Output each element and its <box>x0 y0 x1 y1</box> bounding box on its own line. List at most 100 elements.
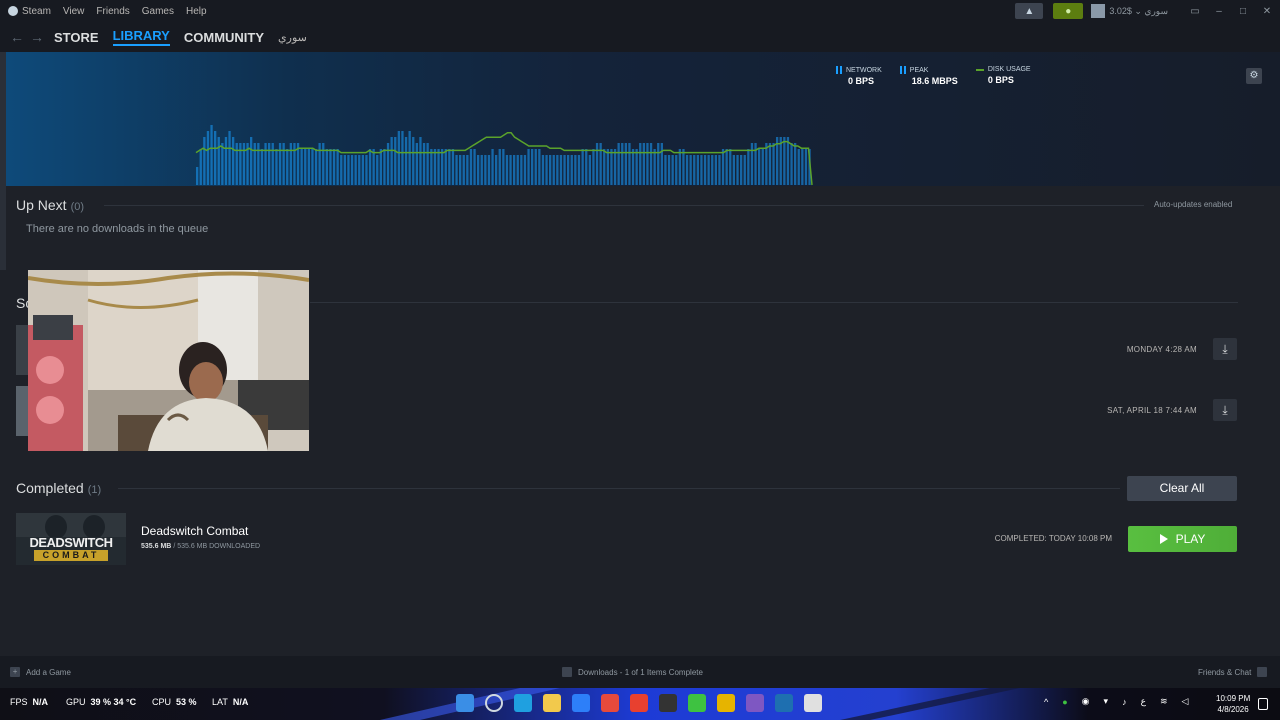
network-bar <box>286 149 289 185</box>
network-bar <box>401 131 404 185</box>
network-bar <box>336 149 339 185</box>
auto-updates-status: Auto-updates enabled <box>1154 200 1233 209</box>
stat-disk-value: 0 bps <box>987 75 1014 85</box>
settings-gear-icon[interactable]: ⚙ <box>1246 68 1262 84</box>
scheduled-capsule <box>16 386 28 436</box>
fps-label: FPS <box>10 697 28 707</box>
completed-count: (1) <box>87 484 102 496</box>
downloads-status-button[interactable]: Downloads - 1 of 1 Items Complete <box>562 667 703 677</box>
chevron-up-icon[interactable]: ^ <box>1044 697 1048 707</box>
stat-network-label: NETWORK <box>846 66 882 74</box>
notifications-button[interactable]: ● <box>1053 3 1084 19</box>
language-indicator[interactable]: ع <box>1141 696 1146 707</box>
taskbar-app-icon[interactable] <box>572 694 590 712</box>
network-bar <box>682 149 685 185</box>
download-button[interactable]: ⤓ <box>1213 338 1237 360</box>
game-capsule[interactable]: DEADSWITCH COMBAT <box>16 513 126 565</box>
microphone-icon[interactable]: ♪ <box>1122 697 1127 707</box>
stat-network: NETWORK 0 bps <box>836 66 882 86</box>
tray-app-icon[interactable]: ● <box>1062 697 1067 707</box>
nav-community[interactable]: COMMUNITY <box>184 30 264 45</box>
close-icon[interactable]: ✕ <box>1256 6 1278 17</box>
avatar[interactable] <box>1091 4 1106 18</box>
network-bar <box>250 137 253 185</box>
taskbar-clock[interactable]: 10:09 PM 4/8/2026 <box>1216 693 1250 715</box>
network-bar <box>772 143 775 185</box>
clock-date: 4/8/2026 <box>1217 705 1249 714</box>
nav-store[interactable]: STORE <box>54 30 99 45</box>
network-bar <box>354 155 357 185</box>
network-bar <box>455 155 458 185</box>
network-bar <box>740 155 743 185</box>
menu-games[interactable]: Games <box>142 6 174 17</box>
taskbar-app-icon[interactable] <box>775 694 793 712</box>
taskbar-app-icon[interactable] <box>485 694 503 712</box>
account-menu[interactable]: سوري ⌄ $3.02 <box>1109 6 1168 17</box>
taskbar-app-icon[interactable] <box>659 694 677 712</box>
back-arrow-icon[interactable]: ← <box>10 29 24 45</box>
network-bar <box>484 155 487 185</box>
nav-username[interactable]: سوري <box>278 31 307 44</box>
play-label: PLAY <box>1175 532 1206 546</box>
taskbar-app-icon[interactable] <box>514 694 532 712</box>
taskbar-app-icon[interactable] <box>746 694 764 712</box>
network-bar <box>603 149 606 185</box>
network-bar <box>477 155 480 185</box>
menu-help[interactable]: Help <box>186 6 207 17</box>
gpu-label: GPU <box>66 697 86 707</box>
taskbar-app-icon[interactable] <box>717 694 735 712</box>
big-picture-icon[interactable]: ▭ <box>1184 6 1206 17</box>
webcam-image <box>28 270 309 451</box>
network-bar <box>441 149 444 185</box>
network-bar <box>459 155 462 185</box>
tray-arrow-icon[interactable]: ▾ <box>1104 696 1109 707</box>
network-bar <box>516 155 519 185</box>
taskbar-app-icon[interactable] <box>688 694 706 712</box>
network-bar <box>430 149 433 185</box>
network-bar <box>736 155 739 185</box>
taskbar-app-icon[interactable] <box>630 694 648 712</box>
clear-all-button[interactable]: Clear All <box>1127 476 1237 501</box>
network-bar <box>725 149 728 185</box>
network-bar <box>549 155 552 185</box>
taskbar-app-icon[interactable] <box>456 694 474 712</box>
game-name[interactable]: Deadswitch Combat <box>141 524 248 538</box>
gpu-value: 39 % 34 °C <box>90 697 137 707</box>
network-bar <box>628 143 631 185</box>
network-bar <box>422 143 426 185</box>
notification-center-icon[interactable] <box>1258 698 1268 710</box>
steam-tray-icon[interactable]: ◉ <box>1082 696 1090 707</box>
network-bar <box>210 125 213 185</box>
nav-library[interactable]: LIBRARY <box>112 28 170 46</box>
forward-arrow-icon[interactable]: → <box>30 29 44 45</box>
network-bar <box>433 149 437 185</box>
play-button[interactable]: PLAY <box>1128 526 1237 552</box>
friends-chat-button[interactable]: Friends & Chat <box>1198 667 1268 677</box>
wifi-icon[interactable]: ≋ <box>1160 696 1168 707</box>
taskbar-app-icon[interactable] <box>543 694 561 712</box>
menu-friends[interactable]: Friends <box>96 6 129 17</box>
title-bar-controls: ▲ ● سوري ⌄ $3.02 ▭ – □ ✕ <box>1015 0 1280 22</box>
minimize-icon[interactable]: – <box>1208 6 1230 17</box>
network-bar <box>404 137 408 185</box>
network-bar <box>761 149 764 185</box>
bars-legend-icon <box>836 66 842 74</box>
lat-value: N/A <box>232 697 249 707</box>
taskbar-app-icon[interactable] <box>601 694 619 712</box>
downloads-status-label: Downloads - 1 of 1 Items Complete <box>578 667 703 677</box>
network-bar <box>311 149 314 185</box>
add-game-button[interactable]: + Add a Game <box>10 667 71 677</box>
speaker-icon[interactable]: ◁ <box>1181 696 1188 707</box>
maximize-icon[interactable]: □ <box>1232 6 1254 17</box>
scheduled-time: SAT, APRIL 18 7:44 AM <box>1107 406 1197 415</box>
menu-steam[interactable]: Steam <box>22 6 51 17</box>
overlay-lat: LAT N/A <box>212 697 248 707</box>
menu-view[interactable]: View <box>63 6 85 17</box>
network-bar <box>242 143 246 185</box>
network-bar <box>322 143 325 185</box>
download-button[interactable]: ⤓ <box>1213 399 1237 421</box>
taskbar-app-icon[interactable] <box>804 694 822 712</box>
network-bar <box>577 155 581 185</box>
announcements-button[interactable]: ▲ <box>1015 3 1044 19</box>
network-bar <box>563 155 566 185</box>
